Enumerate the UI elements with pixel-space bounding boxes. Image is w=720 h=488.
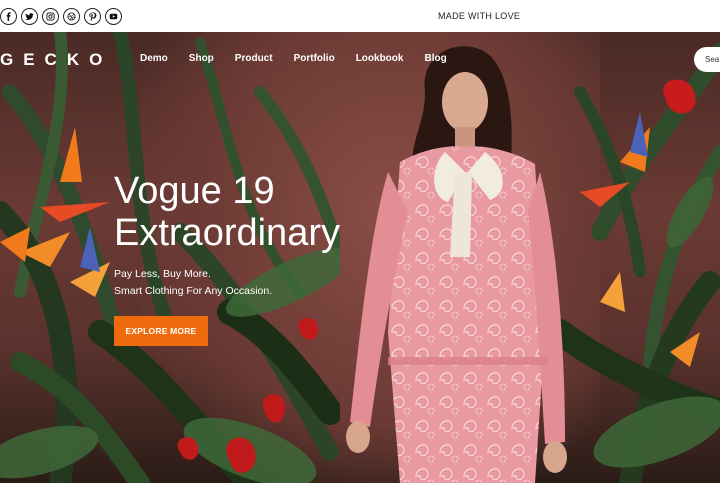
hero-title: Vogue 19 Extraordinary bbox=[114, 170, 340, 254]
foliage-left bbox=[0, 32, 340, 483]
main-nav: Demo Shop Product Portfolio Lookbook Blo… bbox=[140, 53, 447, 64]
topbar-message: MADE WITH LOVE bbox=[438, 11, 521, 21]
hero-subtitle-line-1: Pay Less, Buy More. bbox=[114, 268, 211, 280]
top-bar: MADE WITH LOVE bbox=[0, 0, 720, 32]
youtube-icon[interactable] bbox=[105, 8, 122, 25]
nav-product[interactable]: Product bbox=[235, 53, 273, 64]
nav-blog[interactable]: Blog bbox=[424, 53, 446, 64]
brand-logo[interactable]: GECKO bbox=[0, 50, 112, 70]
hero-title-line-2: Extraordinary bbox=[114, 212, 340, 254]
dribbble-icon[interactable] bbox=[63, 8, 80, 25]
hero-banner bbox=[0, 32, 720, 483]
search-input[interactable]: Sea bbox=[694, 47, 720, 72]
nav-shop[interactable]: Shop bbox=[189, 53, 214, 64]
page-bottom-edge bbox=[0, 483, 720, 488]
hero-subtitle: Pay Less, Buy More. Smart Clothing For A… bbox=[114, 266, 272, 300]
nav-demo[interactable]: Demo bbox=[140, 53, 168, 64]
nav-lookbook[interactable]: Lookbook bbox=[356, 53, 404, 64]
explore-more-button[interactable]: EXPLORE MORE bbox=[114, 316, 208, 346]
hero-subtitle-line-2: Smart Clothing For Any Occasion. bbox=[114, 285, 273, 297]
pinterest-icon[interactable] bbox=[84, 8, 101, 25]
nav-portfolio[interactable]: Portfolio bbox=[294, 53, 335, 64]
model-image bbox=[346, 46, 567, 483]
social-links bbox=[0, 8, 122, 25]
facebook-icon[interactable] bbox=[0, 8, 17, 25]
hero-title-line-1: Vogue 19 bbox=[114, 170, 275, 212]
main-header: GECKO Demo Shop Product Portfolio Lookbo… bbox=[0, 32, 720, 88]
twitter-icon[interactable] bbox=[21, 8, 38, 25]
instagram-icon[interactable] bbox=[42, 8, 59, 25]
